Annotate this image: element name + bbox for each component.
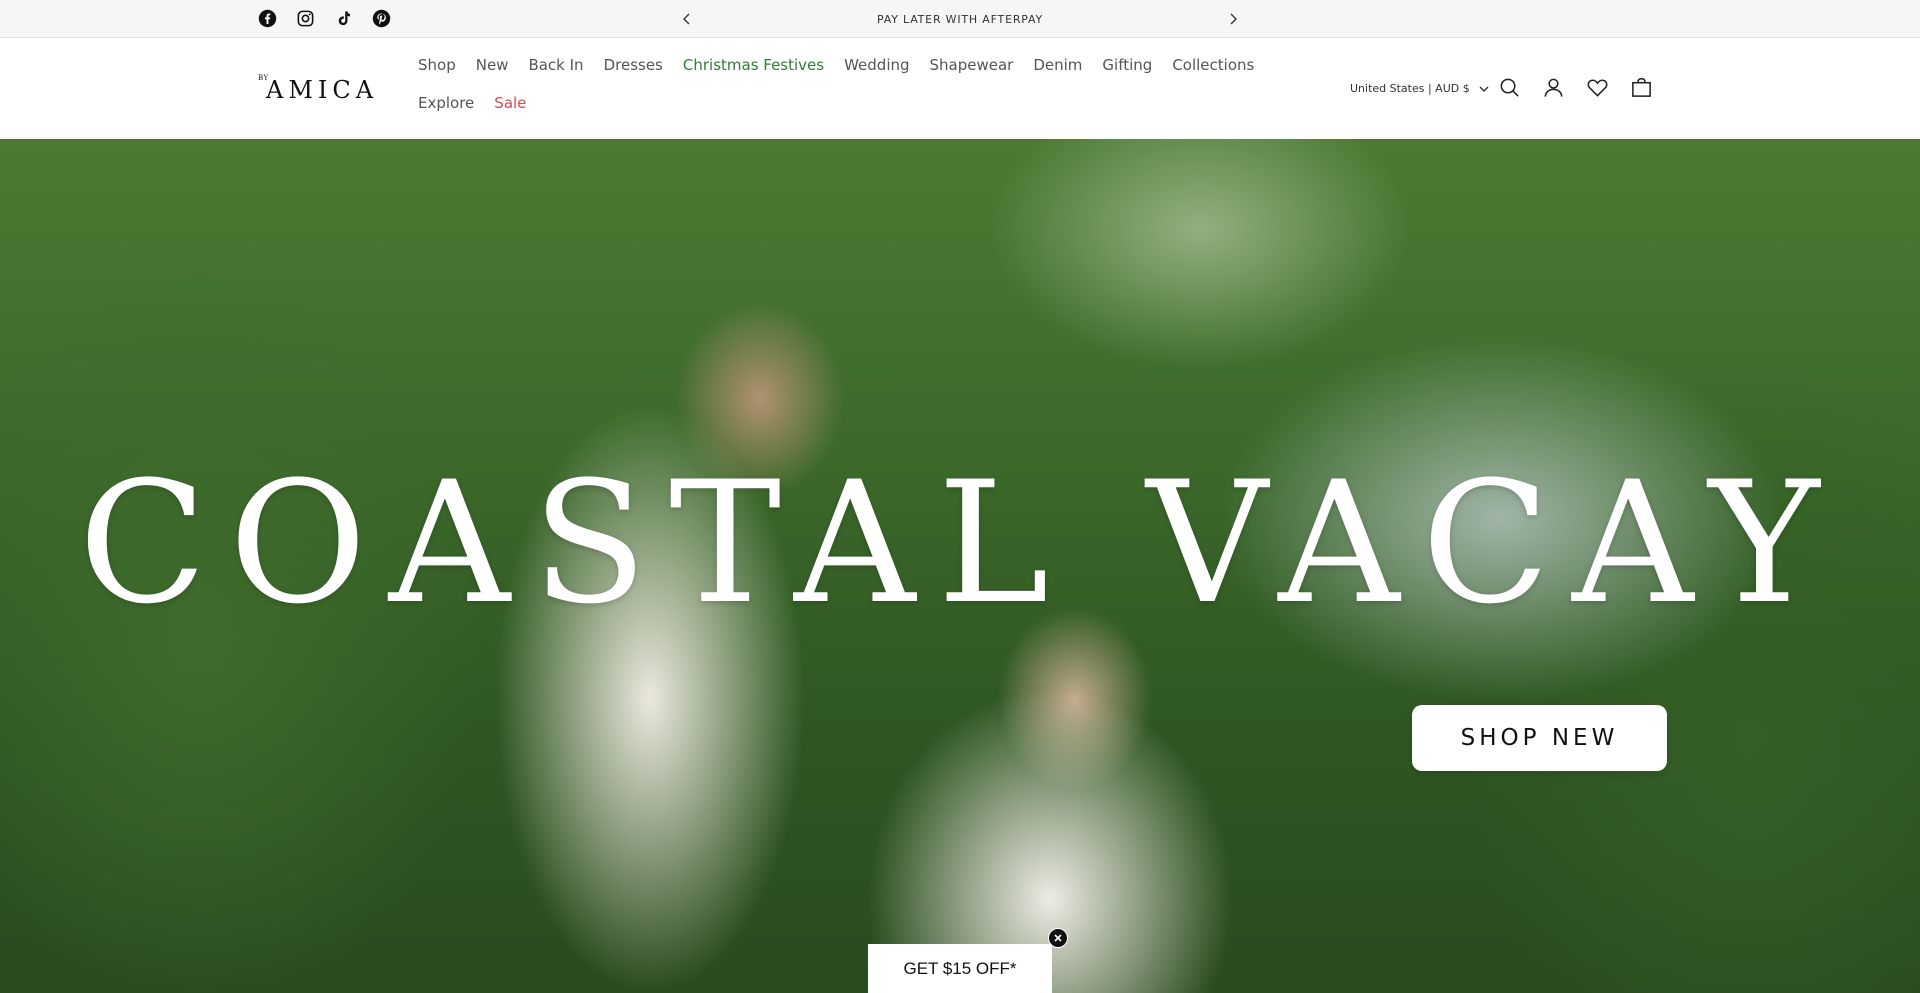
nav-item-denim[interactable]: Denim xyxy=(1023,46,1092,84)
wishlist-heart-icon[interactable] xyxy=(1586,76,1609,99)
nav-item-new[interactable]: New xyxy=(466,46,519,84)
nav-item-wedding[interactable]: Wedding xyxy=(834,46,919,84)
announcement-text[interactable]: PAY LATER WITH AFTERPAY xyxy=(877,13,1043,26)
nav-item-collections[interactable]: Collections xyxy=(1162,46,1264,84)
logo-wordmark: AMICA xyxy=(266,76,379,104)
nav-item-christmas-festives[interactable]: Christmas Festives xyxy=(673,46,834,84)
hero-title: COASTAL VACAY xyxy=(78,445,1842,641)
instagram-icon[interactable] xyxy=(296,9,315,28)
shop-new-button[interactable]: SHOP NEW xyxy=(1412,705,1667,771)
chevron-down-icon xyxy=(1479,86,1489,92)
tiktok-icon[interactable] xyxy=(334,9,353,28)
header-actions xyxy=(1498,76,1653,99)
search-icon[interactable] xyxy=(1498,76,1521,99)
nav-item-explore[interactable]: Explore xyxy=(408,84,484,122)
facebook-icon[interactable] xyxy=(258,9,277,28)
announcement: PAY LATER WITH AFTERPAY xyxy=(690,0,1230,38)
nav-item-shapewear[interactable]: Shapewear xyxy=(920,46,1024,84)
nav-item-sale[interactable]: Sale xyxy=(484,84,536,122)
social-links xyxy=(258,9,391,28)
discount-popup-label: GET $15 OFF* xyxy=(903,958,1017,978)
nav-item-shop[interactable]: Shop xyxy=(408,46,466,84)
hero-banner[interactable]: COASTAL VACAY SHOP NEW xyxy=(0,139,1920,993)
chevron-right-icon[interactable] xyxy=(1226,12,1240,26)
cart-bag-icon[interactable] xyxy=(1630,76,1653,99)
account-icon[interactable] xyxy=(1542,76,1565,99)
shop-new-label: SHOP NEW xyxy=(1460,725,1619,751)
nav-item-back-in[interactable]: Back In xyxy=(518,46,593,84)
pinterest-icon[interactable] xyxy=(372,9,391,28)
discount-popup-tab[interactable]: GET $15 OFF* xyxy=(868,944,1052,993)
main-nav: Shop New Back In Dresses Christmas Festi… xyxy=(408,46,1288,122)
nav-item-gifting[interactable]: Gifting xyxy=(1092,46,1162,84)
logo[interactable]: BY AMICA xyxy=(258,74,388,104)
site-header: BY AMICA Shop New Back In Dresses Christ… xyxy=(0,38,1920,139)
country-currency-selector[interactable]: United States | AUD $ xyxy=(1350,82,1490,95)
nav-item-dresses[interactable]: Dresses xyxy=(594,46,673,84)
close-icon[interactable] xyxy=(1048,928,1068,948)
country-currency-label: United States | AUD $ xyxy=(1350,82,1470,95)
announcement-bar: PAY LATER WITH AFTERPAY xyxy=(0,0,1920,38)
